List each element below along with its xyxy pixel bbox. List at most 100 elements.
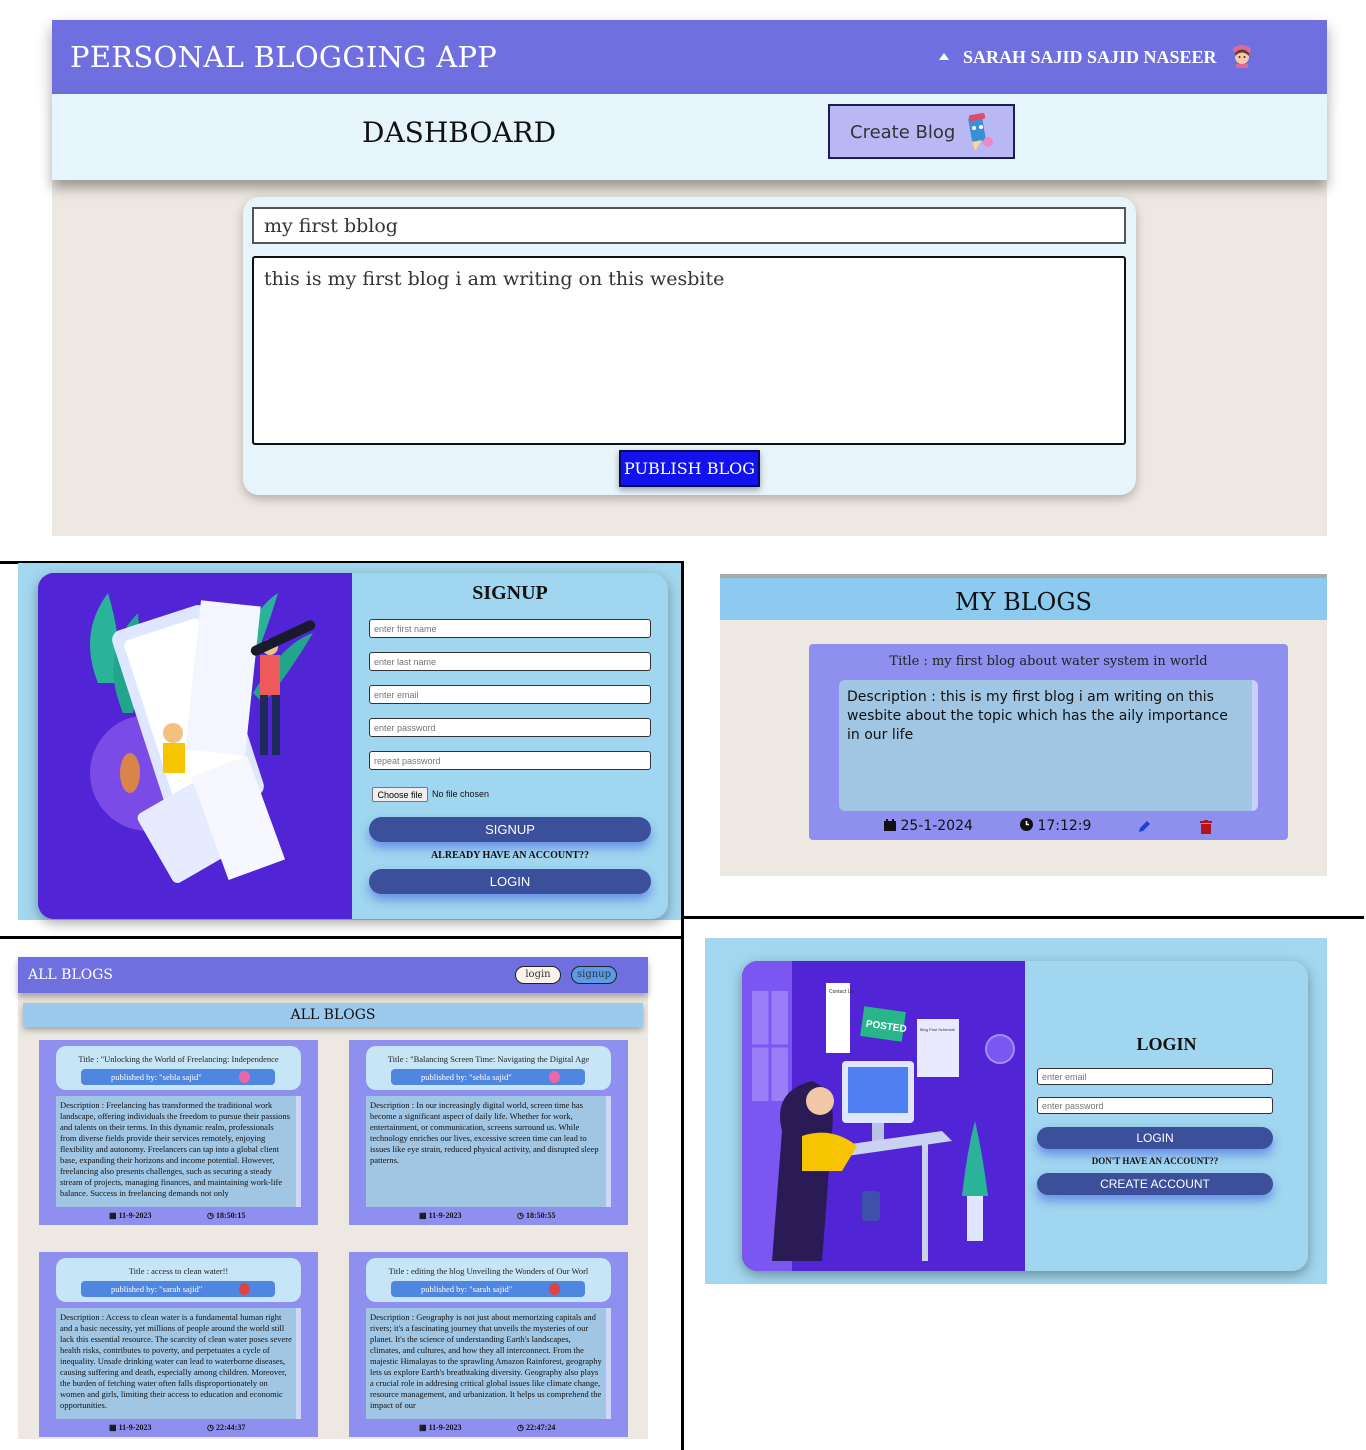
login-form: LOGIN LOGIN DON'T HAVE AN ACCOUNT?? CREA…	[1025, 961, 1308, 1271]
blog-date: 25-1-2024	[884, 818, 973, 834]
signup-panel: SIGNUP Choose file No file chosen SIGNUP…	[18, 563, 681, 920]
dashboard-panel: PERSONAL BLOGGING APP SARAH SAJID SAJID …	[52, 20, 1327, 536]
login-email-field[interactable]	[1037, 1068, 1273, 1085]
page-title: DASHBOARD	[362, 116, 557, 149]
time-text: 18:50:15	[215, 1211, 246, 1220]
dashboard-subbar: DASHBOARD Create Blog	[52, 94, 1327, 180]
blog-time: 17:12:9	[1020, 818, 1091, 834]
create-blog-button[interactable]: Create Blog	[828, 104, 1015, 159]
login-password-field[interactable]	[1037, 1097, 1273, 1114]
clock-icon	[1020, 818, 1033, 831]
blog-card-publisher: published by: "sarah sajid"	[81, 1281, 275, 1297]
blog-card-header: Title : "Unlocking the World of Freelanc…	[56, 1046, 301, 1090]
blog-card-publisher: published by: "sehla sajid"	[81, 1069, 275, 1085]
blog-body-textarea[interactable]: this is my first blog i am writing on th…	[252, 256, 1126, 445]
nav-login-button[interactable]: login	[515, 966, 561, 984]
repeat-password-field[interactable]	[369, 751, 651, 770]
calendar-icon	[884, 819, 896, 831]
blog-card-time: ◷ 22:44:37	[207, 1423, 246, 1432]
user-name[interactable]: SARAH SAJID SAJID NASEER	[963, 47, 1217, 68]
blog-card-description: Description : Access to clean water is a…	[56, 1308, 301, 1419]
date-text: 11-9-2023	[428, 1211, 462, 1220]
publish-blog-button[interactable]: PUBLISH BLOG	[619, 450, 760, 487]
no-file-text: No file chosen	[432, 789, 490, 799]
divider-vertical	[681, 561, 684, 1450]
caret-up-icon[interactable]	[939, 53, 949, 60]
date-text: 11-9-2023	[118, 1423, 152, 1432]
art-contact-label: Contact Us	[829, 989, 854, 995]
all-blogs-brand: ALL BLOGS	[28, 967, 113, 983]
blog-card: Title : editing the blog Unveiling the W…	[349, 1252, 628, 1437]
login-illustration: Contact Us POSTED Blog Post Schedule	[742, 961, 1025, 1271]
blog-time-text: 17:12:9	[1037, 818, 1092, 834]
blog-card-title: Title : "Unlocking the World of Freelanc…	[78, 1054, 279, 1064]
blog-card-title: Title : access to clean water!!	[128, 1266, 229, 1276]
signup-illustration	[38, 573, 352, 919]
blog-card-publisher: published by: "sehla sajid"	[391, 1069, 585, 1085]
blog-card-description: Description : Freelancing has transforme…	[56, 1096, 301, 1207]
already-account-text: ALREADY HAVE AN ACCOUNT??	[430, 850, 590, 861]
blog-card-title: Title : editing the blog Unveiling the W…	[388, 1266, 589, 1276]
last-name-field[interactable]	[369, 652, 651, 671]
divider-mid-right	[684, 916, 1364, 919]
blog-card-description: Description : In our increasingly digita…	[366, 1096, 611, 1207]
create-account-button[interactable]: CREATE ACCOUNT	[1037, 1173, 1273, 1195]
blog-card-date: ▦ 11-9-2023	[109, 1423, 152, 1432]
goto-login-button[interactable]: LOGIN	[369, 869, 651, 894]
publisher-name: published by: "sarah sajid"	[111, 1284, 203, 1294]
date-text: 11-9-2023	[118, 1211, 152, 1220]
blog-card-header: Title : access to clean water!! publishe…	[56, 1258, 301, 1302]
user-avatar-icon[interactable]	[1232, 44, 1252, 68]
no-account-text: DON'T HAVE AN ACCOUNT??	[1091, 1156, 1219, 1166]
blog-card-header: Title : "Balancing Screen Time: Navigati…	[366, 1046, 611, 1090]
all-blogs-header: ALL BLOGS login signup	[18, 957, 648, 993]
publisher-avatar-icon	[549, 1283, 560, 1295]
publisher-name: published by: "sehla sajid"	[421, 1072, 512, 1082]
all-blogs-heading: ALL BLOGS	[23, 1003, 643, 1027]
blog-card: Title : "Balancing Screen Time: Navigati…	[349, 1040, 628, 1225]
my-blogs-panel: MY BLOGS Title : my first blog about wat…	[720, 574, 1327, 876]
blog-card: Title : access to clean water!! publishe…	[39, 1252, 318, 1437]
blog-date-text: 25-1-2024	[900, 818, 973, 834]
choose-file-button[interactable]: Choose file	[372, 787, 428, 802]
publisher-name: published by: "sehla sajid"	[111, 1072, 202, 1082]
blog-title-input[interactable]	[252, 207, 1126, 244]
login-card: Contact Us POSTED Blog Post Schedule LOG…	[742, 961, 1308, 1271]
delete-trash-icon[interactable]	[1200, 820, 1212, 834]
my-blogs-heading: MY BLOGS	[955, 588, 1092, 616]
email-field[interactable]	[369, 685, 651, 704]
publisher-avatar-icon	[549, 1071, 560, 1083]
first-name-field[interactable]	[369, 619, 651, 638]
pencil-mascot-icon	[968, 112, 993, 151]
blog-editor-card: this is my first blog i am writing on th…	[243, 197, 1136, 495]
app-title: PERSONAL BLOGGING APP	[70, 40, 498, 74]
signup-card: SIGNUP Choose file No file chosen SIGNUP…	[38, 573, 668, 919]
time-text: 18:50:55	[525, 1211, 556, 1220]
edit-pencil-icon[interactable]	[1137, 820, 1151, 834]
login-button[interactable]: LOGIN	[1037, 1127, 1273, 1149]
blog-card-description: Description : Geography is not just abou…	[366, 1308, 611, 1419]
create-blog-label: Create Blog	[850, 122, 956, 143]
nav-signup-button[interactable]: signup	[571, 966, 617, 984]
blog-card-publisher: published by: "sarah sajid"	[391, 1281, 585, 1297]
publisher-avatar-icon	[239, 1071, 250, 1083]
blog-card-date: ▦ 11-9-2023	[419, 1211, 462, 1220]
blog-card-time: ◷ 22:47:24	[517, 1423, 556, 1432]
my-blog-card: Title : my first blog about water system…	[809, 644, 1288, 840]
password-field[interactable]	[369, 718, 651, 737]
blog-card-title: Title : "Balancing Screen Time: Navigati…	[387, 1054, 590, 1064]
signup-button[interactable]: SIGNUP	[369, 817, 651, 842]
blog-card-time: ◷ 18:50:15	[207, 1211, 246, 1220]
blog-card-date: ▦ 11-9-2023	[419, 1423, 462, 1432]
blog-card-date: ▦ 11-9-2023	[109, 1211, 152, 1220]
my-blogs-header: MY BLOGS	[720, 574, 1327, 620]
login-title: LOGIN	[1136, 1034, 1197, 1054]
publisher-name: published by: "sarah sajid"	[421, 1284, 513, 1294]
publisher-avatar-icon	[239, 1283, 250, 1295]
all-blogs-panel: ALL BLOGS login signup ALL BLOGS Title :…	[18, 957, 648, 1439]
date-text: 11-9-2023	[428, 1423, 462, 1432]
time-text: 22:44:37	[215, 1423, 246, 1432]
blog-description: Description : this is my first blog i am…	[839, 680, 1258, 811]
blog-card-time: ◷ 18:50:55	[517, 1211, 556, 1220]
signup-title: SIGNUP	[472, 582, 548, 604]
